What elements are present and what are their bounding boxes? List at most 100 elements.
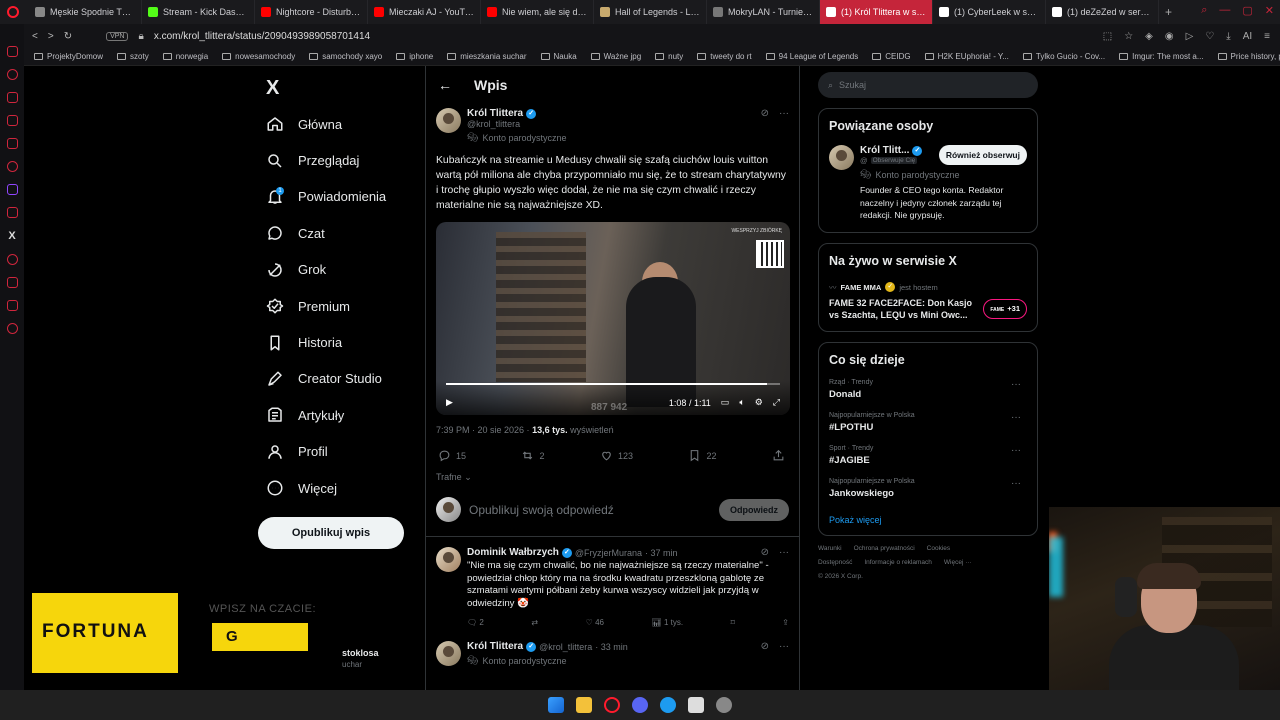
- sidebar-app-icon[interactable]: [6, 300, 18, 311]
- back-arrow-icon[interactable]: ←: [438, 77, 452, 93]
- like-button[interactable]: ♡ 46: [586, 618, 604, 627]
- avatar[interactable]: [436, 547, 461, 572]
- share-button[interactable]: [772, 449, 785, 462]
- app-icon[interactable]: [688, 697, 704, 713]
- trend-item[interactable]: Rząd · Trendy Donald ···: [829, 379, 1027, 400]
- related-name[interactable]: Król Tlitt...: [860, 145, 909, 156]
- x-logo-icon[interactable]: X: [266, 70, 418, 106]
- nav-item-11[interactable]: Więcej: [258, 470, 418, 506]
- avatar[interactable]: [436, 641, 461, 666]
- fullscreen-icon[interactable]: ⤢: [773, 397, 780, 408]
- follow-back-button[interactable]: Również obserwuj: [938, 145, 1027, 165]
- more-icon[interactable]: ···: [779, 108, 789, 143]
- search-tabs-icon[interactable]: ⌕: [1201, 4, 1207, 17]
- minimize-button[interactable]: —: [1219, 4, 1230, 17]
- nav-item-5[interactable]: Grok: [258, 252, 418, 288]
- more-icon[interactable]: ···: [1011, 478, 1021, 489]
- tweet-timestamp[interactable]: 7:39 PM · 20 sie 2026 ·: [436, 425, 532, 435]
- opera-logo-icon[interactable]: [7, 6, 19, 18]
- footer-link[interactable]: Informacje o reklamach: [864, 559, 932, 566]
- app-icon[interactable]: [660, 697, 676, 713]
- nav-item-6[interactable]: Premium: [258, 288, 418, 324]
- bookmark-item[interactable]: Price history, price...: [1217, 52, 1280, 61]
- footer-link[interactable]: Dostępność: [818, 559, 852, 566]
- sidebar-app-icon[interactable]: [6, 46, 18, 57]
- more-icon[interactable]: ···: [1011, 379, 1021, 390]
- trend-item[interactable]: Najpopularniejsze w Polska #LPOTHU ···: [829, 412, 1027, 433]
- x-app-icon[interactable]: X: [8, 230, 15, 242]
- play-icon[interactable]: ▶: [446, 397, 453, 408]
- nav-item-1[interactable]: Główna: [258, 106, 418, 142]
- file-explorer-icon[interactable]: [576, 697, 592, 713]
- nav-item-8[interactable]: Creator Studio: [258, 361, 418, 397]
- sidebar-app-icon[interactable]: [6, 207, 18, 218]
- windows-start-icon[interactable]: [548, 697, 564, 713]
- avatar[interactable]: [829, 145, 854, 170]
- grok-icon[interactable]: ⊘: [761, 641, 769, 652]
- share-icon[interactable]: ⇪: [782, 618, 789, 627]
- post-button[interactable]: Opublikuj wpis: [258, 517, 404, 549]
- show-more-link[interactable]: Pokaż więcej: [829, 515, 1027, 525]
- like-button[interactable]: 123: [600, 449, 633, 462]
- bookmark-item[interactable]: nuty: [655, 52, 683, 61]
- video-progress-bar[interactable]: [446, 383, 780, 385]
- footer-link[interactable]: Ochrona prywatności: [854, 545, 915, 552]
- bookmark-item[interactable]: Imgur: The most a...: [1119, 52, 1204, 61]
- extensions-icon[interactable]: ⬚: [1103, 31, 1112, 42]
- camera-icon[interactable]: ◉: [1165, 31, 1174, 42]
- search-input[interactable]: ⌕ Szukaj: [818, 72, 1038, 98]
- my-avatar[interactable]: [436, 497, 461, 522]
- footer-link[interactable]: Więcej ···: [944, 559, 972, 566]
- bookmark-button[interactable]: 22: [688, 449, 716, 462]
- sidebar-app-icon[interactable]: [6, 254, 18, 265]
- close-window-button[interactable]: ✕: [1265, 4, 1274, 17]
- bookmark-item[interactable]: iphone: [396, 52, 433, 61]
- repost-button[interactable]: 2: [521, 449, 545, 462]
- grok-icon[interactable]: ⊘: [761, 108, 769, 143]
- browser-tab[interactable]: (1) CyberLeek w serwisie: [933, 0, 1046, 24]
- settings-gear-icon[interactable]: ⚙: [755, 397, 763, 408]
- bookmark-item[interactable]: norwegia: [162, 52, 208, 61]
- nav-item-3[interactable]: 1 Powiadomienia: [258, 179, 418, 215]
- reply-author-name[interactable]: Dominik Wałbrzych: [467, 547, 559, 558]
- sidebar-app-icon[interactable]: [6, 92, 18, 103]
- video-player[interactable]: WESPRZYJ ZBIÓRKĘ 887 942 ▶ 1:08 / 1:11 ▭…: [436, 222, 790, 415]
- captions-icon[interactable]: ▭: [721, 397, 730, 408]
- sort-dropdown[interactable]: Trafne ⌄: [436, 472, 789, 483]
- opera-icon[interactable]: [604, 697, 620, 713]
- reply-handle[interactable]: @FryzjerMurana: [575, 548, 642, 558]
- settings-icon[interactable]: [6, 323, 18, 334]
- bookmark-item[interactable]: CEIDG: [872, 52, 911, 61]
- nav-item-7[interactable]: Historia: [258, 324, 418, 360]
- browser-tab[interactable]: Mieczaki AJ - YouTube: [368, 0, 481, 24]
- reply-submit-button[interactable]: Odpowiedz: [719, 498, 789, 521]
- app-icon[interactable]: [716, 697, 732, 713]
- sidebar-app-icon[interactable]: [6, 69, 18, 80]
- volume-icon[interactable]: 🔈︎: [739, 397, 744, 408]
- more-icon[interactable]: ···: [1011, 445, 1021, 456]
- live-item[interactable]: 〰 FAME MMA ✓ jest hostem FAME 32 FACE2FACE:…: [829, 282, 1027, 321]
- browser-tab[interactable]: MokryLAN - Turniej CS2: [707, 0, 820, 24]
- twitch-icon[interactable]: [6, 184, 18, 195]
- reply-author-name[interactable]: Król Tlittera: [467, 641, 523, 652]
- forward-icon[interactable]: >: [48, 31, 54, 42]
- footer-link[interactable]: Warunki: [818, 545, 842, 552]
- chatgpt-icon[interactable]: [6, 161, 18, 172]
- footer-link[interactable]: Cookies: [927, 545, 950, 552]
- nav-item-4[interactable]: Czat: [258, 215, 418, 251]
- menu-icon[interactable]: ≡: [1264, 31, 1270, 42]
- bookmark-item[interactable]: ProjektyDomow: [34, 52, 103, 61]
- browser-tab[interactable]: (1) Król Tlittera w serwisie: [820, 0, 933, 24]
- trend-item[interactable]: Najpopularniejsze w Polska Jankowskiego ··…: [829, 478, 1027, 499]
- reload-icon[interactable]: ↻: [64, 31, 72, 42]
- bookmark-icon[interactable]: ⌑: [731, 618, 735, 627]
- reply-button[interactable]: 🗨︎ 2: [467, 618, 484, 627]
- browser-tab[interactable]: (1) deZeZed w serwisie X: [1046, 0, 1159, 24]
- vpn-badge[interactable]: VPN: [106, 31, 129, 41]
- browser-tab[interactable]: Nightcore - Disturbia (Si: [255, 0, 368, 24]
- bookmark-item[interactable]: Tylko Gucio - Cov...: [1022, 52, 1105, 61]
- bookmark-item[interactable]: Ważne jpg: [590, 52, 641, 61]
- more-icon[interactable]: ···: [779, 641, 789, 652]
- browser-tab[interactable]: Męskie Spodnie THE NO: [29, 0, 142, 24]
- bookmark-icon[interactable]: ☆: [1124, 31, 1133, 42]
